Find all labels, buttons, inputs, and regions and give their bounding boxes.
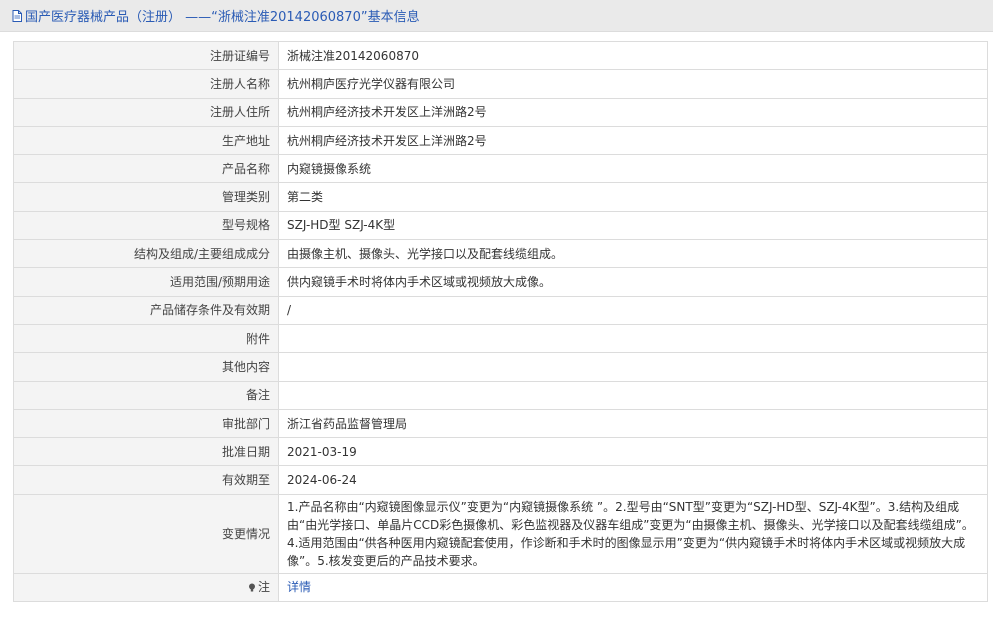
field-value: 浙江省药品监督管理局 xyxy=(278,408,988,439)
field-label: 注册人名称 xyxy=(13,69,279,99)
field-value xyxy=(278,323,988,354)
field-label: 注册证编号 xyxy=(13,40,279,71)
table-row: 有效期至 2024-06-24 xyxy=(13,465,988,495)
table-row: 管理类别 第二类 xyxy=(13,182,988,212)
table-row: 产品名称 内窥镜摄像系统 xyxy=(13,154,988,184)
field-value: / xyxy=(278,295,988,325)
field-value: 1.产品名称由“内窥镜图像显示仪”变更为“内窥镜摄像系统 ”。2.型号由“SNT… xyxy=(278,493,988,574)
field-label: 备注 xyxy=(13,380,279,410)
field-value: 杭州桐庐经济技术开发区上洋洲路2号 xyxy=(278,97,988,127)
table-row: 变更情况 1.产品名称由“内窥镜图像显示仪”变更为“内窥镜摄像系统 ”。2.型号由… xyxy=(13,493,988,574)
table-row: 结构及组成/主要组成成分 由摄像主机、摄像头、光学接口以及配套线缆组成。 xyxy=(13,239,988,269)
field-label: 管理类别 xyxy=(13,182,279,212)
page-header: 国产医疗器械产品（注册） ——“浙械注准20142060870”基本信息 xyxy=(0,0,993,32)
table-row-note: 注 详情 xyxy=(13,572,988,603)
field-label: 变更情况 xyxy=(13,493,279,574)
info-table-container: 注册证编号 浙械注准20142060870 注册人名称 杭州桐庐医疗光学仪器有限公司注… xyxy=(13,40,988,603)
field-value: 2024-06-24 xyxy=(278,465,988,495)
table-row: 批准日期 2021-03-19 xyxy=(13,437,988,467)
field-value: 杭州桐庐经济技术开发区上洋洲路2号 xyxy=(278,125,988,156)
field-value: 2021-03-19 xyxy=(278,437,988,467)
details-link[interactable]: 详情 xyxy=(287,580,311,594)
field-label: 产品名称 xyxy=(13,154,279,184)
table-row: 注册人名称 杭州桐庐医疗光学仪器有限公司 xyxy=(13,69,988,99)
page-title: 国产医疗器械产品（注册） ——“浙械注准20142060870”基本信息 xyxy=(25,10,420,25)
lightbulb-icon xyxy=(248,583,255,592)
field-label: 其他内容 xyxy=(13,352,279,382)
field-value: 浙械注准20142060870 xyxy=(278,40,988,71)
field-label: 附件 xyxy=(13,323,279,354)
field-label: 批准日期 xyxy=(13,437,279,467)
field-value: 供内窥镜手术时将体内手术区域或视频放大成像。 xyxy=(278,267,988,297)
field-value: 内窥镜摄像系统 xyxy=(278,154,988,184)
table-row: 附件 xyxy=(13,323,988,354)
field-label: 适用范围/预期用途 xyxy=(13,267,279,297)
field-label: 产品储存条件及有效期 xyxy=(13,295,279,325)
info-table: 注册证编号 浙械注准20142060870 注册人名称 杭州桐庐医疗光学仪器有限公司注… xyxy=(13,40,988,603)
field-value xyxy=(278,380,988,410)
field-label: 型号规格 xyxy=(13,210,279,241)
field-value xyxy=(278,352,988,382)
table-row: 产品储存条件及有效期 / xyxy=(13,295,988,325)
table-row: 生产地址 杭州桐庐经济技术开发区上洋洲路2号 xyxy=(13,125,988,156)
table-row: 型号规格 SZJ-HD型 SZJ-4K型 xyxy=(13,210,988,241)
field-value: 第二类 xyxy=(278,182,988,212)
field-label: 有效期至 xyxy=(13,465,279,495)
note-label: 注 xyxy=(257,580,270,595)
field-label: 注册人住所 xyxy=(13,97,279,127)
table-row: 备注 xyxy=(13,380,988,410)
table-row: 注册人住所 杭州桐庐经济技术开发区上洋洲路2号 xyxy=(13,97,988,127)
table-row: 适用范围/预期用途 供内窥镜手术时将体内手术区域或视频放大成像。 xyxy=(13,267,988,297)
field-label: 生产地址 xyxy=(13,125,279,156)
field-label: 审批部门 xyxy=(13,408,279,439)
note-label-cell: 注 xyxy=(13,572,279,603)
field-value: SZJ-HD型 SZJ-4K型 xyxy=(278,210,988,241)
document-icon xyxy=(12,9,22,22)
table-row: 注册证编号 浙械注准20142060870 xyxy=(13,40,988,71)
field-label: 结构及组成/主要组成成分 xyxy=(13,239,279,269)
table-row: 审批部门 浙江省药品监督管理局 xyxy=(13,408,988,439)
field-value: 由摄像主机、摄像头、光学接口以及配套线缆组成。 xyxy=(278,239,988,269)
note-value-cell: 详情 xyxy=(278,572,988,603)
field-value: 杭州桐庐医疗光学仪器有限公司 xyxy=(278,69,988,99)
table-row: 其他内容 xyxy=(13,352,988,382)
